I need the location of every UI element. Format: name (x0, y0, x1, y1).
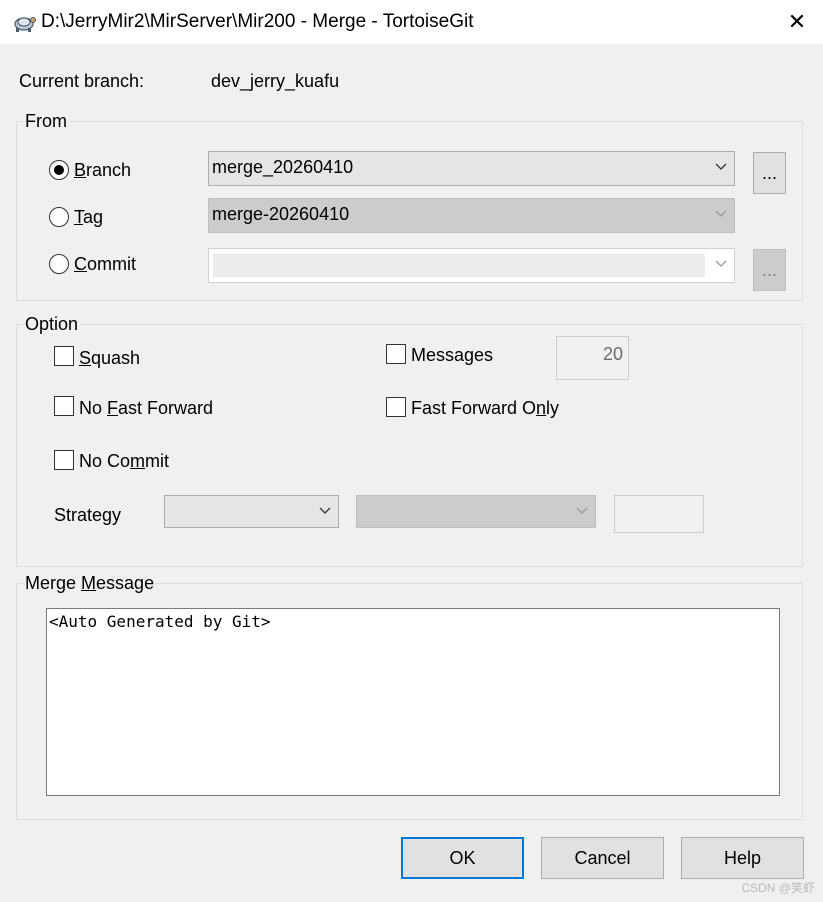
close-icon: ✕ (787, 9, 807, 34)
commit-browse-button[interactable]: ... (753, 249, 786, 291)
tortoisegit-icon (11, 9, 37, 35)
strategy-option-combobox[interactable] (356, 495, 596, 528)
no-commit-checkbox[interactable] (54, 450, 74, 470)
branch-combobox-value: merge_20260410 (212, 157, 354, 177)
chevron-down-icon (715, 163, 727, 170)
no-fast-forward-label[interactable]: No Fast Forward (79, 398, 213, 419)
branch-combobox[interactable]: merge_20260410 (208, 151, 735, 186)
tag-combobox-value: merge-20260410 (212, 204, 350, 224)
close-button[interactable]: ✕ (775, 4, 819, 40)
tag-radio-label[interactable]: Tag (74, 207, 103, 228)
messages-count-input[interactable]: 20 (556, 336, 629, 380)
merge-message-text: <Auto Generated by Git> (49, 612, 271, 631)
chevron-down-icon (576, 507, 588, 514)
messages-count-value: 20 (602, 344, 623, 364)
branch-radio[interactable] (49, 160, 69, 180)
strategy-extra-input[interactable] (614, 495, 704, 533)
commit-input-area (213, 254, 705, 277)
tag-radio[interactable] (49, 207, 69, 227)
current-branch-label: Current branch: (19, 71, 145, 91)
chevron-down-icon (715, 260, 727, 267)
current-branch-value: dev_jerry_kuafu (211, 71, 340, 91)
messages-label[interactable]: Messages (411, 345, 493, 366)
squash-label[interactable]: Squash (79, 348, 140, 369)
fast-forward-only-checkbox[interactable] (386, 397, 406, 417)
branch-browse-button[interactable]: ... (753, 152, 786, 194)
squash-checkbox[interactable] (54, 346, 74, 366)
strategy-combobox[interactable] (164, 495, 339, 528)
strategy-label: Strategy (54, 505, 122, 525)
no-fast-forward-checkbox[interactable] (54, 396, 74, 416)
option-legend: Option (23, 314, 81, 335)
fast-forward-only-label[interactable]: Fast Forward Only (411, 398, 559, 419)
ok-button[interactable]: OK (401, 837, 524, 879)
radio-selected-dot (54, 165, 64, 175)
merge-message-textarea[interactable]: <Auto Generated by Git> (46, 608, 780, 796)
chevron-down-icon (319, 507, 331, 514)
watermark: CSDN @笑虾 (741, 881, 815, 895)
tag-combobox[interactable]: merge-20260410 (208, 198, 735, 233)
branch-radio-label[interactable]: Branch (74, 160, 131, 181)
commit-radio-label[interactable]: Commit (74, 254, 136, 275)
cancel-button[interactable]: Cancel (541, 837, 664, 879)
title-bar: D:\JerryMir2\MirServer\Mir200 - Merge - … (0, 0, 823, 44)
from-legend: From (23, 111, 69, 132)
chevron-down-icon (715, 210, 727, 217)
commit-combobox[interactable] (208, 248, 735, 283)
help-button[interactable]: Help (681, 837, 804, 879)
commit-radio[interactable] (49, 254, 69, 274)
merge-message-legend: Merge Message (23, 573, 157, 594)
no-commit-label[interactable]: No Commit (79, 451, 169, 472)
messages-checkbox[interactable] (386, 344, 406, 364)
window-title: D:\JerryMir2\MirServer\Mir200 - Merge - … (41, 11, 474, 32)
